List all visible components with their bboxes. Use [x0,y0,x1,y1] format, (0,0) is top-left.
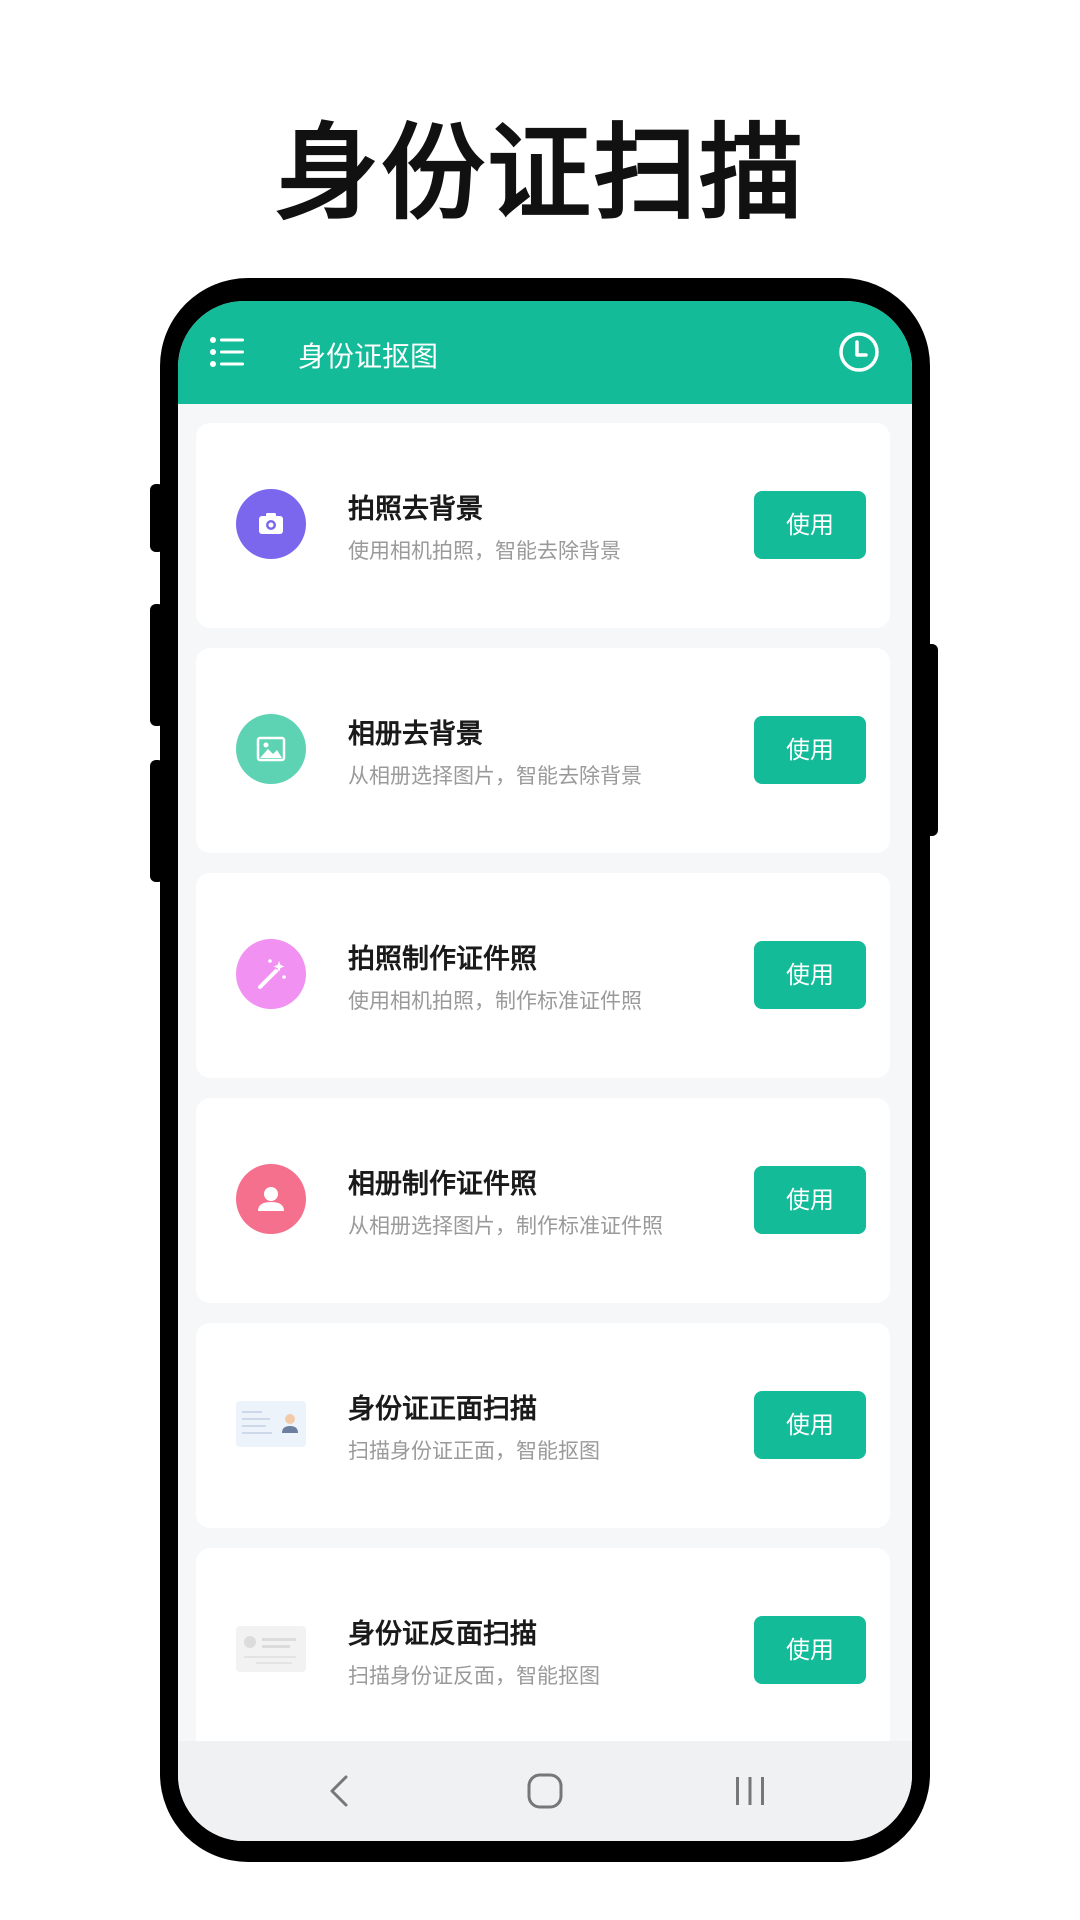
id-card-front-icon [236,1401,306,1447]
item-title: 拍照去背景 [348,494,483,525]
list-item[interactable]: 拍照去背景 使用相机拍照，智能去除背景 使用 [196,423,890,628]
item-title: 相册去背景 [348,719,483,750]
use-button[interactable]: 使用 [754,1166,866,1234]
promo-title: 身份证扫描 [274,112,805,234]
clock-icon[interactable] [838,331,880,373]
phone-screen: 身份证抠图 拍照去背景 使用相机拍照，智能去除背景 使用 相册去背景 从相册选择… [178,301,912,1841]
use-button[interactable]: 使用 [754,491,866,559]
list-item[interactable]: 拍照制作证件照 使用相机拍照，制作标准证件照 使用 [196,873,890,1078]
app-bar: 身份证抠图 [178,301,912,404]
item-title: 相册制作证件照 [348,1169,537,1200]
portrait-icon [236,1164,306,1234]
system-nav-bar [178,1741,912,1841]
app-title: 身份证抠图 [298,340,439,373]
item-description: 扫描身份证正面，智能抠图 [348,1439,600,1463]
magic-wand-icon [236,939,306,1009]
recents-icon[interactable] [728,1769,772,1813]
feature-list: 拍照去背景 使用相机拍照，智能去除背景 使用 相册去背景 从相册选择图片，智能去… [196,423,890,1773]
item-description: 扫描身份证反面，智能抠图 [348,1664,600,1688]
camera-icon [236,489,306,559]
item-description: 从相册选择图片，制作标准证件照 [348,1214,663,1238]
use-button[interactable]: 使用 [754,941,866,1009]
menu-list-icon[interactable] [210,337,244,367]
home-icon[interactable] [523,1769,567,1813]
item-description: 使用相机拍照，智能去除背景 [348,539,621,563]
item-title: 身份证反面扫描 [348,1619,537,1650]
item-title: 身份证正面扫描 [348,1394,537,1425]
use-button[interactable]: 使用 [754,716,866,784]
list-item[interactable]: 身份证反面扫描 扫描身份证反面，智能抠图 使用 [196,1548,890,1753]
item-description: 使用相机拍照，制作标准证件照 [348,989,642,1013]
use-button[interactable]: 使用 [754,1391,866,1459]
back-chevron-icon[interactable] [318,1769,362,1813]
use-button[interactable]: 使用 [754,1616,866,1684]
list-item[interactable]: 身份证正面扫描 扫描身份证正面，智能抠图 使用 [196,1323,890,1528]
item-title: 拍照制作证件照 [348,944,537,975]
list-item[interactable]: 相册制作证件照 从相册选择图片，制作标准证件照 使用 [196,1098,890,1303]
image-icon [236,714,306,784]
id-card-back-icon [236,1626,306,1672]
list-item[interactable]: 相册去背景 从相册选择图片，智能去除背景 使用 [196,648,890,853]
item-description: 从相册选择图片，智能去除背景 [348,764,642,788]
